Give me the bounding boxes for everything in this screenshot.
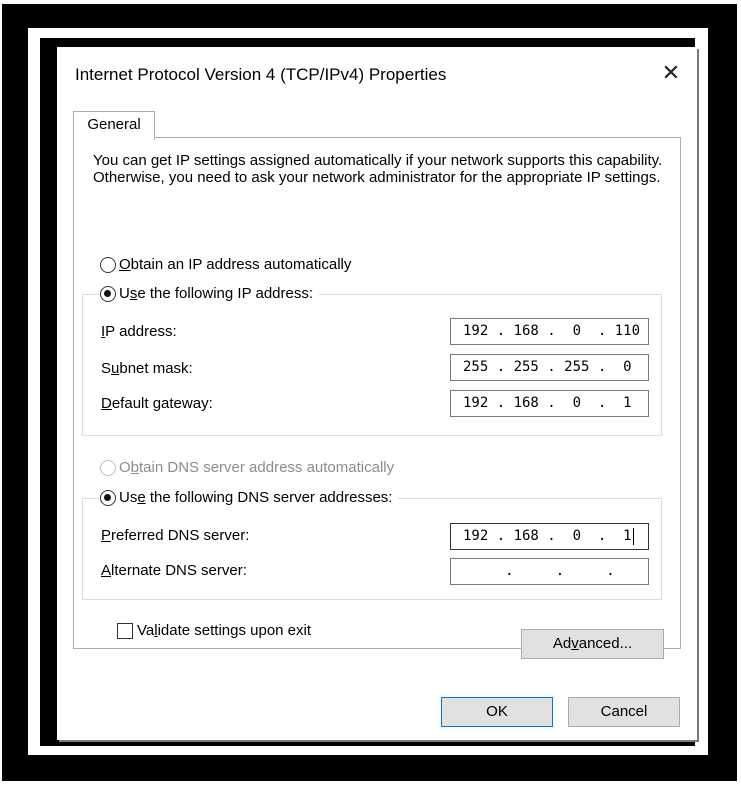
- obtain-ip-auto-radio[interactable]: [100, 256, 116, 273]
- use-dns-manual-label: Use the following DNS server addresses:: [119, 489, 393, 506]
- use-ip-manual-radio[interactable]: [100, 285, 116, 302]
- obtain-ip-auto-label: Obtain an IP address automatically: [119, 256, 352, 273]
- tab-strip: General: [57, 102, 697, 140]
- subnet-mask-input[interactable]: 255 . 255 . 255 . 0: [450, 354, 649, 381]
- alternate-dns-input[interactable]: . . .: [450, 558, 649, 585]
- default-gateway-input[interactable]: 192 . 168 . 0 . 1: [450, 390, 649, 417]
- ok-button[interactable]: OK: [441, 697, 553, 727]
- cancel-button[interactable]: Cancel: [568, 697, 680, 727]
- subnet-mask-label: Subnet mask:: [101, 360, 193, 377]
- alternate-dns-label: Alternate DNS server:: [101, 562, 247, 579]
- validate-settings-label: Validate settings upon exit: [137, 622, 312, 639]
- ipv4-properties-dialog: Internet Protocol Version 4 (TCP/IPv4) P…: [57, 47, 697, 740]
- default-gateway-label: Default gateway:: [101, 395, 213, 412]
- description-text: You can get IP settings assigned automat…: [93, 152, 663, 186]
- obtain-dns-auto-label: Obtain DNS server address automatically: [119, 459, 395, 476]
- ip-address-label: IP address:: [101, 323, 177, 340]
- preferred-dns-label: Preferred DNS server:: [101, 527, 250, 544]
- window-title: Internet Protocol Version 4 (TCP/IPv4) P…: [75, 65, 447, 84]
- titlebar: Internet Protocol Version 4 (TCP/IPv4) P…: [57, 47, 697, 102]
- general-panel: You can get IP settings assigned automat…: [73, 137, 681, 659]
- validate-settings-checkbox[interactable]: [117, 622, 133, 639]
- advanced-button[interactable]: Advanced...: [521, 629, 664, 659]
- close-icon[interactable]: ✕: [659, 61, 683, 85]
- use-dns-manual-radio[interactable]: [100, 489, 116, 506]
- ip-address-input[interactable]: 192 . 168 . 0 . 110: [450, 318, 649, 345]
- obtain-ip-auto-option[interactable]: Obtain an IP address automatically: [100, 256, 351, 273]
- preferred-dns-input[interactable]: 192 . 168 . 0 . 1: [450, 523, 649, 550]
- text-caret: [632, 527, 634, 545]
- use-ip-manual-label: Use the following IP address:: [119, 285, 314, 302]
- use-ip-manual-option[interactable]: Use the following IP address:: [100, 285, 320, 302]
- obtain-dns-auto-radio: [100, 459, 116, 476]
- validate-settings-option[interactable]: Validate settings upon exit: [117, 622, 311, 639]
- obtain-dns-auto-option: Obtain DNS server address automatically: [100, 459, 394, 476]
- tab-general[interactable]: General: [73, 111, 155, 140]
- use-dns-manual-option[interactable]: Use the following DNS server addresses:: [100, 489, 399, 506]
